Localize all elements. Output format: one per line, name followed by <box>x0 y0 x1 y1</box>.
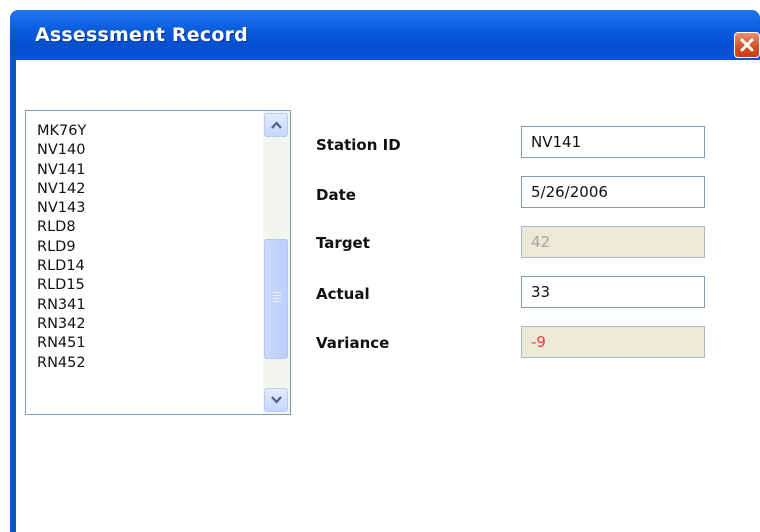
list-item[interactable]: RLD14 <box>37 257 257 276</box>
list-item[interactable]: NV141 <box>37 161 257 180</box>
date-label: Date <box>316 186 356 204</box>
list-item[interactable]: RLD15 <box>37 276 257 295</box>
target-label: Target <box>316 234 370 252</box>
vertical-scrollbar[interactable] <box>263 111 290 414</box>
scroll-thumb[interactable] <box>264 239 288 359</box>
assessment-record-window: Assessment Record MK76Y NV140 NV141 NV14… <box>0 0 760 532</box>
list-item[interactable]: RN452 <box>37 354 257 373</box>
scroll-down-button[interactable] <box>264 388 288 412</box>
window-title: Assessment Record <box>35 24 248 46</box>
list-item[interactable]: RN341 <box>37 296 257 315</box>
actual-field[interactable]: 33 <box>521 276 705 308</box>
list-item[interactable]: RLD9 <box>37 238 257 257</box>
title-bar[interactable]: Assessment Record <box>10 10 760 60</box>
station-list-items: MK76Y NV140 NV141 NV142 NV143 RLD8 RLD9 … <box>37 122 257 373</box>
grip-line <box>273 292 281 293</box>
grip-line <box>273 301 281 302</box>
list-item[interactable]: NV142 <box>37 180 257 199</box>
station-listbox[interactable]: MK76Y NV140 NV141 NV142 NV143 RLD8 RLD9 … <box>25 110 291 415</box>
grip-line <box>273 298 281 299</box>
list-item[interactable]: NV143 <box>37 199 257 218</box>
close-icon <box>740 38 754 52</box>
list-item[interactable]: MK76Y <box>37 122 257 141</box>
chevron-down-icon <box>271 396 282 404</box>
variance-field: -9 <box>521 326 705 358</box>
chevron-up-icon <box>271 121 282 129</box>
actual-label: Actual <box>316 285 370 303</box>
scroll-up-button[interactable] <box>264 113 288 137</box>
grip-line <box>273 295 281 296</box>
station-id-label: Station ID <box>316 136 401 154</box>
list-item[interactable]: RN342 <box>37 315 257 334</box>
list-item[interactable]: RN451 <box>37 334 257 353</box>
close-button[interactable] <box>734 32 760 58</box>
date-field[interactable]: 5/26/2006 <box>521 176 705 208</box>
station-id-field[interactable]: NV141 <box>521 126 705 158</box>
list-item[interactable]: NV140 <box>37 141 257 160</box>
target-field: 42 <box>521 226 705 258</box>
list-item[interactable]: RLD8 <box>37 218 257 237</box>
variance-label: Variance <box>316 334 390 352</box>
